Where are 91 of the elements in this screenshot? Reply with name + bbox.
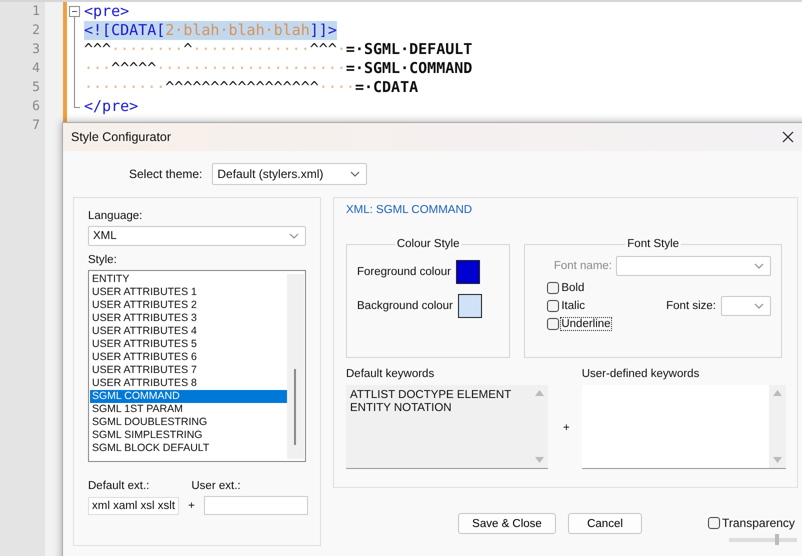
checkbox[interactable]: [547, 282, 560, 294]
code-tag: <![CDATA[: [84, 21, 166, 40]
line-number: 6: [31, 98, 40, 116]
chevron-down-icon: [350, 171, 360, 177]
checkbox-label: Transparency: [722, 516, 795, 530]
checkbox-label: Bold: [561, 282, 584, 294]
line-number: 4: [31, 60, 40, 78]
style-list-item[interactable]: SGML COMMAND: [90, 390, 287, 403]
font-name-dropdown[interactable]: [616, 256, 771, 276]
code-text: =·CDATA: [354, 78, 418, 97]
checkbox-label: Italic: [561, 300, 586, 312]
whitespace-dots: ·····················: [156, 59, 346, 78]
plus-sign: +: [188, 500, 195, 512]
scrollbar[interactable]: [287, 274, 304, 459]
checkbox-label: Underline: [561, 318, 611, 330]
caret-marks: ^^^^^: [111, 59, 156, 78]
default-ext-field: xml xaml xsl xslt: [88, 496, 180, 514]
style-list-item[interactable]: ENTITY: [90, 273, 287, 286]
group-title: Colour Style: [396, 238, 460, 250]
colour-swatch[interactable]: [458, 294, 482, 318]
line-number: 7: [31, 117, 40, 135]
user-keywords-label: User-defined keywords: [582, 368, 700, 380]
style-list-item[interactable]: USER ATTRIBUTES 5: [90, 338, 287, 351]
code-tag: ]]>: [310, 21, 337, 40]
scroll-down-icon[interactable]: [772, 457, 782, 463]
colour-label: Background colour: [357, 300, 453, 312]
caret-marks: ^: [183, 40, 192, 59]
style-list-item[interactable]: SGML DOUBLESTRING: [90, 416, 287, 429]
group-title: Font Style: [626, 238, 680, 250]
fold-end-line: [74, 97, 80, 108]
default-ext-label: Default ext.:: [88, 480, 150, 492]
scroll-down-icon[interactable]: [535, 457, 544, 463]
whitespace-dots: ········: [111, 40, 184, 59]
style-heading: XML: SGML COMMAND: [346, 204, 474, 216]
style-list-item[interactable]: USER ATTRIBUTES 3: [90, 312, 287, 325]
theme-dropdown[interactable]: Default (stylers.xml): [212, 163, 368, 185]
code-string: 2·blah·blah·blah: [165, 21, 310, 40]
code-text: =·SGML·COMMAND: [346, 59, 472, 78]
caret-marks: ^^^: [84, 40, 112, 59]
chevron-down-icon: [754, 263, 764, 269]
chevron-down-icon: [754, 303, 764, 309]
plus-sign: +: [563, 422, 570, 434]
theme-label: Select theme:: [129, 167, 202, 181]
style-list-item[interactable]: USER ATTRIBUTES 1: [90, 286, 287, 299]
line-number: 1: [31, 3, 40, 21]
style-list-item[interactable]: USER ATTRIBUTES 2: [90, 299, 287, 312]
scroll-up-icon[interactable]: [772, 390, 782, 396]
user-ext-label: User ext.:: [191, 480, 241, 492]
chevron-down-icon: [289, 233, 299, 239]
caret-marks: ^^^^^^^^^^^^^^^^^: [165, 78, 319, 97]
whitespace-dots: ·············: [192, 40, 310, 59]
colour-label: Foreground colour: [357, 266, 451, 278]
close-icon[interactable]: [782, 131, 794, 143]
code-text: =·SGML·DEFAULT: [346, 40, 472, 59]
style-list-item[interactable]: USER ATTRIBUTES 6: [90, 351, 287, 364]
checkbox[interactable]: [547, 318, 560, 330]
code-tag: <pre>: [84, 2, 130, 21]
line-number: 5: [31, 79, 40, 97]
scrollbar[interactable]: [768, 385, 786, 468]
colour-swatch[interactable]: [456, 260, 480, 284]
whitespace-dots: ····: [318, 78, 355, 97]
caret-marks: ^^^: [310, 40, 337, 59]
scroll-up-icon[interactable]: [535, 390, 544, 396]
save-close-button[interactable]: Save & Close: [458, 513, 556, 534]
whitespace-dots: ·········: [84, 78, 166, 97]
language-label: Language:: [88, 210, 144, 222]
font-size-label: Font size:: [666, 300, 716, 312]
window-title: Style Configurator: [71, 130, 172, 144]
checkbox[interactable]: [708, 517, 720, 529]
code-tag: </pre>: [84, 97, 138, 116]
language-dropdown[interactable]: XML: [88, 226, 306, 246]
style-list-item[interactable]: USER ATTRIBUTES 4: [90, 325, 287, 338]
cancel-button[interactable]: Cancel: [568, 513, 642, 534]
style-list-item[interactable]: USER ATTRIBUTES 7: [90, 364, 287, 377]
line-number: 2: [31, 22, 40, 40]
font-name-label: Font name:: [554, 260, 612, 272]
style-list-item[interactable]: SGML 1ST PARAM: [90, 403, 287, 416]
default-keywords-label: Default keywords: [346, 368, 436, 380]
slider-thumb[interactable]: [774, 534, 779, 545]
checkbox[interactable]: [547, 300, 560, 312]
line-number: 3: [31, 41, 40, 59]
style-list-item[interactable]: SGML BLOCK DEFAULT: [90, 442, 287, 455]
keywords-text: ATTLIST DOCTYPE ELEMENT ENTITY NOTATION: [349, 388, 512, 416]
style-label: Style:: [88, 254, 118, 266]
user-ext-field[interactable]: [204, 496, 308, 515]
whitespace-dots: ···: [84, 59, 112, 78]
user-keywords-field[interactable]: [582, 385, 786, 469]
style-list-item[interactable]: USER ATTRIBUTES 8: [90, 377, 287, 390]
whitespace-dots: ·: [336, 40, 346, 59]
style-list-item[interactable]: SGML SIMPLESTRING: [90, 429, 287, 442]
font-size-dropdown[interactable]: [721, 296, 771, 316]
